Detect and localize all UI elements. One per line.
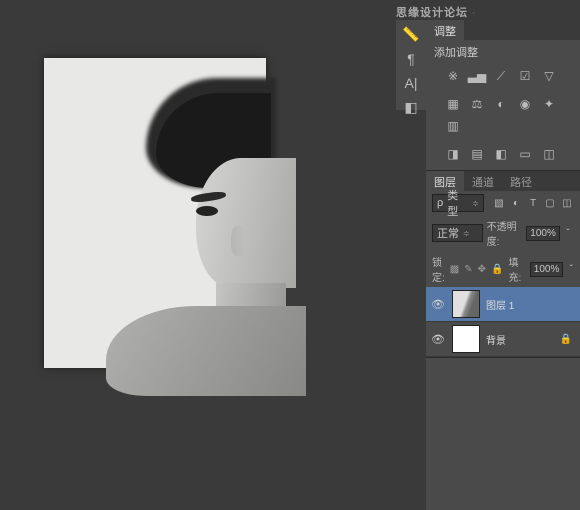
shape-filter-icon[interactable]: ▢ [543, 196, 557, 210]
mixer-icon[interactable]: ✦ [540, 96, 558, 112]
lock-all-icon[interactable]: 🔒 [491, 262, 503, 276]
opacity-input[interactable]: 100% [526, 226, 560, 241]
lut-icon[interactable]: ▥ [444, 118, 462, 134]
swatch-icon[interactable]: ◧ [401, 99, 421, 116]
hue-icon[interactable]: ▦ [444, 96, 462, 112]
visibility-icon[interactable]: 👁 [430, 331, 446, 347]
exposure-icon[interactable]: ☑ [516, 68, 534, 84]
add-adjustment-label: 添加调整 [426, 40, 580, 64]
lock-transparent-icon[interactable]: ▩ [450, 262, 459, 276]
lock-label: 锁定: [432, 254, 445, 284]
type-filter-icon[interactable]: T [526, 196, 540, 210]
lock-icon: 🔒 [560, 334, 572, 345]
opacity-label: 不透明度: [487, 218, 524, 248]
bw-icon[interactable]: ◐ [492, 96, 510, 112]
vibrance-icon[interactable]: ▽ [540, 68, 558, 84]
invert-icon[interactable]: ◨ [444, 146, 462, 162]
smart-filter-icon[interactable]: ◫ [560, 196, 574, 210]
right-panel: 调整 添加调整 ※ ▃▅ ⟋ ☑ ▽ ▦ ⚖ ◐ ◉ ✦ ▥ ◨ ▤ ◧ ▭ ◫… [426, 20, 580, 510]
posterize-icon[interactable]: ▤ [468, 146, 486, 162]
fill-input[interactable]: 100% [530, 262, 564, 277]
layers-panel: 图层 通道 路径 ρ类型≑ ▧ ◐ T ▢ ◫ 正常≑ 不透明度: 100% [426, 171, 580, 358]
filter-type-dropdown[interactable]: ρ类型≑ [432, 194, 484, 212]
layer-item[interactable]: 👁 图层 1 [426, 287, 580, 322]
selective-icon[interactable]: ◫ [540, 146, 558, 162]
adjustments-panel: 调整 添加调整 ※ ▃▅ ⟋ ☑ ▽ ▦ ⚖ ◐ ◉ ✦ ▥ ◨ ▤ ◧ ▭ ◫ [426, 20, 580, 171]
photo-filter-icon[interactable]: ◉ [516, 96, 534, 112]
threshold-icon[interactable]: ◧ [492, 146, 510, 162]
portrait-image [116, 58, 266, 368]
layer-name[interactable]: 背景 [486, 332, 506, 347]
paragraph-icon[interactable]: ¶ [401, 51, 421, 67]
canvas-area[interactable] [0, 0, 395, 510]
pixel-filter-icon[interactable]: ▧ [492, 196, 506, 210]
ruler-icon[interactable]: 📏 [401, 26, 421, 43]
layer-thumbnail[interactable] [452, 290, 480, 318]
brightness-icon[interactable]: ※ [444, 68, 462, 84]
tool-options-strip: 📏 ¶ A| ◧ [396, 20, 426, 110]
blend-mode-dropdown[interactable]: 正常≑ [432, 224, 483, 242]
curves-icon[interactable]: ⟋ [492, 68, 510, 84]
type-icon[interactable]: A| [401, 75, 421, 91]
chevron-down-icon[interactable]: ˇ [562, 226, 574, 240]
layer-name[interactable]: 图层 1 [486, 297, 514, 312]
tab-adjustments[interactable]: 调整 [426, 20, 464, 40]
levels-icon[interactable]: ▃▅ [468, 68, 486, 84]
tab-paths[interactable]: 路径 [502, 171, 540, 191]
tab-channels[interactable]: 通道 [464, 171, 502, 191]
document [44, 58, 266, 368]
chevron-down-icon[interactable]: ˇ [565, 262, 577, 276]
adjust-filter-icon[interactable]: ◐ [509, 196, 523, 210]
layer-thumbnail[interactable] [452, 325, 480, 353]
layer-list: 👁 图层 1 👁 背景 🔒 [426, 287, 580, 357]
balance-icon[interactable]: ⚖ [468, 96, 486, 112]
lock-move-icon[interactable]: ✥ [478, 262, 486, 276]
fill-label: 填充: [508, 254, 527, 284]
lock-brush-icon[interactable]: ✎ [464, 262, 472, 276]
visibility-icon[interactable]: 👁 [430, 296, 446, 312]
layer-item[interactable]: 👁 背景 🔒 [426, 322, 580, 357]
gradient-map-icon[interactable]: ▭ [516, 146, 534, 162]
